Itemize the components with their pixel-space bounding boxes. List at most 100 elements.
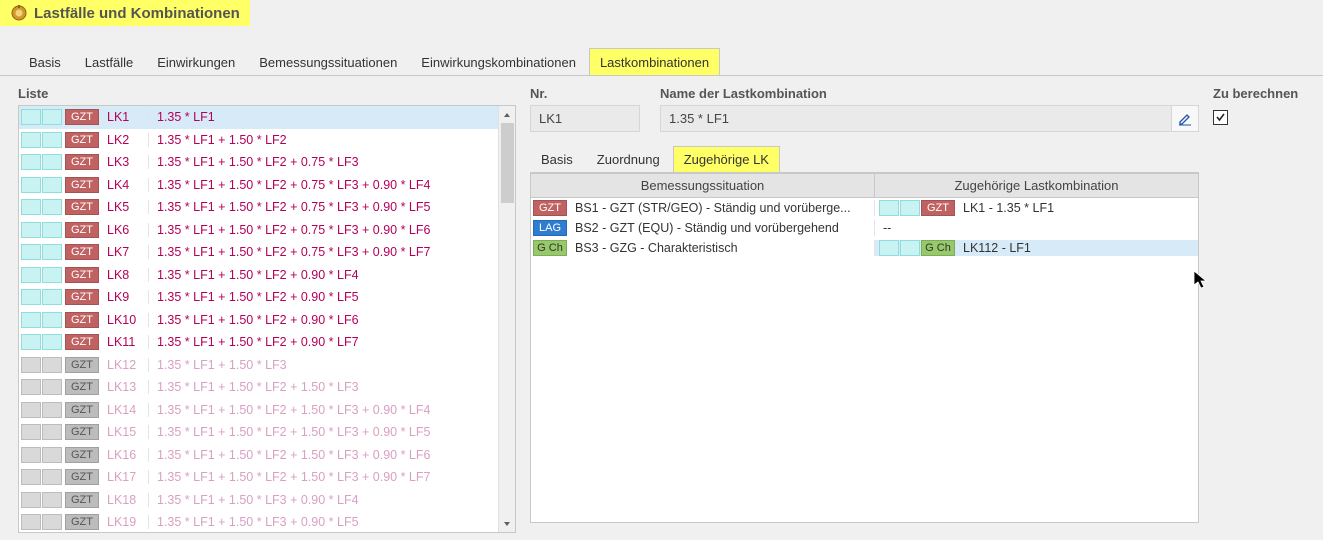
item-id: LK11	[105, 335, 149, 349]
item-id: LK2	[105, 133, 149, 147]
list-item[interactable]: GZTLK21.35 * LF1 + 1.50 * LF2	[19, 129, 498, 152]
combinations-list[interactable]: GZTLK11.35 * LF1GZTLK21.35 * LF1 + 1.50 …	[18, 105, 516, 533]
tab-lastfälle[interactable]: Lastfälle	[74, 48, 144, 75]
subtab-zuordnung[interactable]: Zuordnung	[586, 146, 671, 172]
item-description: 1.35 * LF1 + 1.50 * LF3	[149, 358, 287, 372]
assignment-row[interactable]: G ChBS3 - GZG - CharakteristischG ChLK11…	[531, 238, 1198, 258]
item-id: LK18	[105, 493, 149, 507]
item-description: 1.35 * LF1 + 1.50 * LF2 + 0.90 * LF7	[149, 335, 359, 349]
tab-basis[interactable]: Basis	[18, 48, 72, 75]
item-description: 1.35 * LF1 + 1.50 * LF3 + 0.90 * LF4	[149, 493, 359, 507]
assignment-row[interactable]: LAGBS2 - GZT (EQU) - Ständig und vorüber…	[531, 218, 1198, 238]
situation-text: BS1 - GZT (STR/GEO) - Ständig und vorübe…	[571, 201, 851, 215]
edit-name-button[interactable]	[1171, 105, 1199, 132]
sub-tabs: BasisZuordnungZugehörige LK	[530, 146, 1199, 173]
list-item[interactable]: GZT LK41.35 * LF1 + 1.50 * LF2 + 0.75 * L…	[19, 174, 498, 197]
item-description: 1.35 * LF1 + 1.50 * LF2 + 0.90 * LF6	[149, 313, 359, 327]
color-swatches	[19, 469, 65, 485]
col-combination-header: Zugehörige Lastkombination	[875, 174, 1198, 197]
scrollbar-thumb[interactable]	[501, 123, 514, 203]
type-badge: GZT	[65, 514, 99, 530]
item-id: LK1	[105, 110, 149, 124]
tab-bemessungssituationen[interactable]: Bemessungssituationen	[248, 48, 408, 75]
item-description: 1.35 * LF1 + 1.50 * LF2 + 1.50 * LF3 + 0…	[149, 425, 430, 439]
compute-label: Zu berechnen	[1213, 86, 1313, 105]
color-swatches	[19, 267, 65, 283]
item-id: LK7	[105, 245, 149, 259]
window-title: Lastfälle und Kombinationen	[0, 0, 250, 26]
item-id: LK3	[105, 155, 149, 169]
color-swatches	[877, 200, 921, 216]
type-badge: GZT	[533, 200, 567, 216]
assignment-row[interactable]: GZT BS1 - GZT (STR/GEO) - Ständig und vor…	[531, 198, 1198, 218]
list-item[interactable]: GZTLK11.35 * LF1	[19, 106, 498, 129]
tab-einwirkungen[interactable]: Einwirkungen	[146, 48, 246, 75]
list-item[interactable]: GZTLK121.35 * LF1 + 1.50 * LF3	[19, 354, 498, 377]
combination-text: LK112 - LF1	[959, 241, 1031, 255]
item-description: 1.35 * LF1 + 1.50 * LF2 + 0.90 * LF4	[149, 268, 359, 282]
scroll-down-button[interactable]	[499, 515, 515, 532]
app-icon	[10, 4, 28, 22]
type-badge: GZT	[65, 312, 99, 328]
item-description: 1.35 * LF1 + 1.50 * LF2 + 0.75 * LF3 + 0…	[149, 178, 430, 192]
type-badge: GZT	[921, 200, 955, 216]
item-description: 1.35 * LF1 + 1.50 * LF2 + 0.75 * LF3	[149, 155, 359, 169]
type-badge: GZT	[65, 177, 99, 193]
item-description: 1.35 * LF1 + 1.50 * LF2 + 1.50 * LF3	[149, 380, 359, 394]
window-title-text: Lastfälle und Kombinationen	[34, 5, 240, 22]
type-badge: GZT	[65, 222, 99, 238]
list-item[interactable]: GZTLK151.35 * LF1 + 1.50 * LF2 + 1.50 * …	[19, 421, 498, 444]
list-item[interactable]: GZTLK141.35 * LF1 + 1.50 * LF2 + 1.50 * …	[19, 399, 498, 422]
type-badge: GZT	[65, 334, 99, 350]
subtab-basis[interactable]: Basis	[530, 146, 584, 172]
list-item[interactable]: GZT LK111.35 * LF1 + 1.50 * LF2 + 0.90 * …	[19, 331, 498, 354]
color-swatches	[19, 514, 65, 530]
scrollbar-vertical[interactable]	[498, 106, 515, 532]
color-swatches	[19, 289, 65, 305]
nr-field[interactable]	[530, 105, 640, 132]
name-field[interactable]	[660, 105, 1171, 132]
item-description: 1.35 * LF1	[149, 110, 215, 124]
situation-text: BS3 - GZG - Charakteristisch	[571, 241, 738, 255]
item-id: LK4	[105, 178, 149, 192]
assignment-table-header: Bemessungssituation Zugehörige Lastkombi…	[531, 174, 1198, 198]
item-description: 1.35 * LF1 + 1.50 * LF2 + 0.75 * LF3 + 0…	[149, 223, 430, 237]
item-id: LK19	[105, 515, 149, 529]
subtab-zugehörige-lk[interactable]: Zugehörige LK	[673, 146, 780, 172]
list-item[interactable]: GZT LK61.35 * LF1 + 1.50 * LF2 + 0.75 * L…	[19, 219, 498, 242]
type-badge: GZT	[65, 267, 99, 283]
color-swatches	[19, 402, 65, 418]
type-badge: GZT	[65, 154, 99, 170]
item-id: LK6	[105, 223, 149, 237]
color-swatches	[19, 177, 65, 193]
list-item[interactable]: GZTLK91.35 * LF1 + 1.50 * LF2 + 0.90 * L…	[19, 286, 498, 309]
list-item[interactable]: GZTLK81.35 * LF1 + 1.50 * LF2 + 0.90 * L…	[19, 264, 498, 287]
color-swatches	[19, 222, 65, 238]
list-item[interactable]: GZTLK161.35 * LF1 + 1.50 * LF2 + 1.50 * …	[19, 444, 498, 467]
type-badge: GZT	[65, 402, 99, 418]
list-item[interactable]: GZTLK71.35 * LF1 + 1.50 * LF2 + 0.75 * L…	[19, 241, 498, 264]
color-swatches	[19, 379, 65, 395]
color-swatches	[877, 240, 921, 256]
list-item[interactable]: GZTLK171.35 * LF1 + 1.50 * LF2 + 1.50 * …	[19, 466, 498, 489]
type-badge: G Ch	[921, 240, 955, 256]
nr-label: Nr.	[530, 86, 640, 105]
combination-text: LK1 - 1.35 * LF1	[959, 201, 1054, 215]
compute-checkbox[interactable]	[1213, 110, 1228, 125]
list-item[interactable]: GZTLK51.35 * LF1 + 1.50 * LF2 + 0.75 * L…	[19, 196, 498, 219]
situation-text: BS2 - GZT (EQU) - Ständig und vorübergeh…	[571, 221, 839, 235]
scroll-up-button[interactable]	[499, 106, 515, 123]
combination-text: --	[877, 221, 891, 235]
list-item[interactable]: GZTLK131.35 * LF1 + 1.50 * LF2 + 1.50 * …	[19, 376, 498, 399]
tab-lastkombinationen[interactable]: Lastkombinationen	[589, 48, 720, 75]
list-item[interactable]: GZTLK181.35 * LF1 + 1.50 * LF3 + 0.90 * …	[19, 489, 498, 512]
item-id: LK5	[105, 200, 149, 214]
color-swatches	[19, 334, 65, 350]
type-badge: GZT	[65, 132, 99, 148]
list-item[interactable]: GZTLK101.35 * LF1 + 1.50 * LF2 + 0.90 * …	[19, 309, 498, 332]
tab-einwirkungskombinationen[interactable]: Einwirkungskombinationen	[410, 48, 587, 75]
main-tabs: BasisLastfälleEinwirkungenBemessungssitu…	[0, 48, 1323, 76]
assignment-table: Bemessungssituation Zugehörige Lastkombi…	[530, 173, 1199, 523]
list-item[interactable]: GZT LK31.35 * LF1 + 1.50 * LF2 + 0.75 * L…	[19, 151, 498, 174]
list-item[interactable]: GZTLK191.35 * LF1 + 1.50 * LF3 + 0.90 * …	[19, 511, 498, 532]
